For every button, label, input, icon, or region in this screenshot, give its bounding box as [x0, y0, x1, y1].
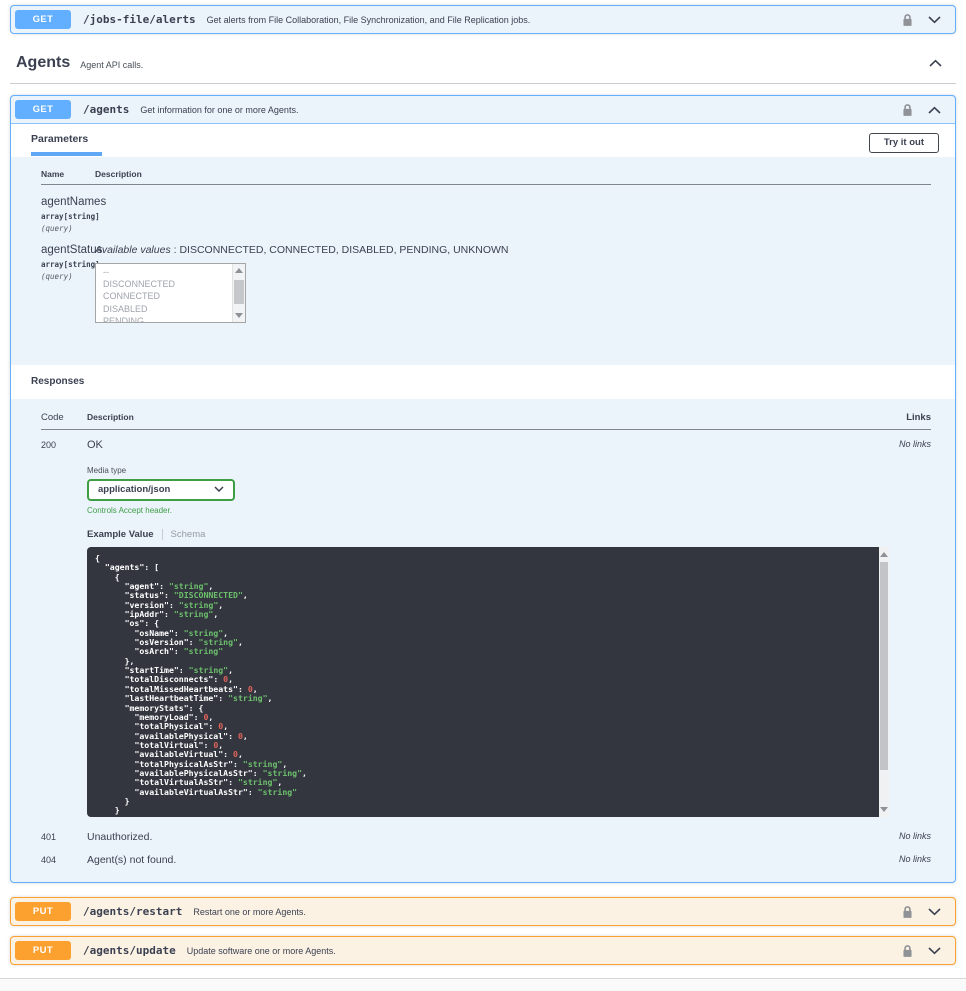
endpoint-summary-agents-update[interactable]: PUT /agents/update Update software one o… [11, 937, 955, 964]
response-row-401: 401 Unauthorized. No links [41, 831, 931, 843]
response-code: 404 [41, 854, 87, 866]
chevron-down-icon[interactable] [928, 947, 941, 955]
scrollbar-thumb[interactable] [234, 280, 244, 304]
parameter-row-agentstatus: agentStatus array[string] (query) Availa… [41, 244, 931, 323]
media-type-value: application/json [98, 484, 170, 495]
endpoint-summary-agents-restart[interactable]: PUT /agents/restart Restart one or more … [11, 898, 955, 925]
endpoint-path: /jobs-file/alerts [83, 13, 196, 26]
chevron-down-icon[interactable] [928, 16, 941, 24]
media-type-select[interactable]: application/json [87, 479, 235, 501]
parameter-type: array[string] [41, 260, 95, 269]
column-header-description: Description [95, 169, 931, 179]
section-title: Agents [16, 54, 70, 72]
response-description: OK [87, 439, 867, 451]
accept-header-note: Controls Accept header. [87, 506, 867, 515]
scroll-up-icon[interactable] [235, 268, 243, 273]
agentstatus-multiselect[interactable]: -- DISCONNECTED CONNECTED DISABLED PENDI… [95, 263, 246, 323]
section-divider [0, 978, 966, 991]
endpoint-path: /agents/update [83, 944, 176, 957]
endpoint-description: Get information for one or more Agents. [140, 105, 902, 115]
endpoint-summary-jobs-file-alerts[interactable]: GET /jobs-file/alerts Get alerts from Fi… [11, 6, 955, 33]
parameter-location: (query) [41, 272, 95, 281]
parameters-tab-row: Parameters Try it out [11, 124, 955, 157]
responses-heading: Responses [11, 365, 955, 399]
spacer [0, 926, 966, 936]
lock-icon[interactable] [902, 944, 913, 958]
parameter-location: (query) [41, 224, 95, 233]
lock-icon[interactable] [902, 905, 913, 919]
example-json-container: { "agents": [ { "agent": "string", "stat… [87, 547, 889, 817]
response-links: No links [867, 854, 931, 866]
endpoint-description: Restart one or more Agents. [193, 907, 902, 917]
opblock-put-agents-update: PUT /agents/update Update software one o… [10, 936, 956, 965]
response-code: 200 [41, 439, 87, 817]
response-description: Unauthorized. [87, 831, 867, 843]
response-code: 401 [41, 831, 87, 843]
chevron-up-icon[interactable] [929, 59, 942, 67]
tab-example-value[interactable]: Example Value [87, 529, 154, 540]
scroll-down-icon[interactable] [235, 313, 243, 318]
section-header-agents[interactable]: Agents Agent API calls. [10, 42, 956, 84]
option-empty[interactable]: -- [96, 264, 245, 278]
endpoint-path: /agents/restart [83, 905, 182, 918]
parameter-type: array[string] [41, 212, 95, 221]
try-it-out-button[interactable]: Try it out [869, 133, 939, 153]
method-badge-put: PUT [15, 941, 71, 960]
parameters-table: Name Description agentNames array[string… [11, 157, 955, 365]
endpoint-path: /agents [83, 103, 129, 116]
example-json-code: { "agents": [ { "agent": "string", "stat… [87, 547, 879, 817]
column-header-name: Name [41, 169, 95, 179]
response-row-200: 200 OK Media type application/json Contr… [41, 439, 931, 817]
tab-parameters[interactable]: Parameters [31, 133, 102, 156]
codeblock-scrollbar[interactable] [879, 547, 889, 817]
option-connected[interactable]: CONNECTED [96, 290, 245, 302]
responses-table-header: Code Description Links [41, 412, 931, 430]
scroll-down-icon[interactable] [880, 807, 888, 812]
opblock-get-jobs-file-alerts: GET /jobs-file/alerts Get alerts from Fi… [10, 5, 956, 34]
available-values-line: Available values : DISCONNECTED, CONNECT… [95, 244, 931, 256]
listbox-scrollbar[interactable] [232, 264, 245, 322]
column-header-code: Code [41, 412, 87, 423]
media-type-label: Media type [87, 466, 867, 475]
response-description: Agent(s) not found. [87, 854, 867, 866]
tab-divider [162, 529, 163, 540]
opblock-get-agents: GET /agents Get information for one or m… [10, 95, 956, 883]
option-disconnected[interactable]: DISCONNECTED [96, 278, 245, 290]
column-header-links: Links [867, 412, 931, 423]
column-header-description: Description [87, 412, 867, 423]
endpoint-description: Get alerts from File Collaboration, File… [207, 15, 902, 25]
select-chevron-icon [214, 484, 224, 495]
endpoint-description: Update software one or more Agents. [187, 946, 902, 956]
chevron-up-icon[interactable] [928, 106, 941, 114]
parameters-table-header: Name Description [41, 169, 931, 185]
response-links: No links [867, 831, 931, 843]
parameter-name: agentStatus [41, 244, 95, 256]
response-row-404: 404 Agent(s) not found. No links [41, 854, 931, 866]
available-values-label: Available values [95, 244, 171, 256]
lock-icon[interactable] [902, 13, 913, 27]
scrollbar-thumb[interactable] [880, 562, 888, 770]
method-badge-get: GET [15, 10, 71, 29]
method-badge-get: GET [15, 100, 71, 119]
parameter-row-agentnames: agentNames array[string] (query) [41, 196, 931, 233]
parameter-name: agentNames [41, 196, 95, 208]
method-badge-put: PUT [15, 902, 71, 921]
section-description: Agent API calls. [80, 60, 143, 70]
tab-schema[interactable]: Schema [171, 529, 206, 540]
responses-table: Code Description Links 200 OK Media type… [11, 399, 955, 882]
endpoint-summary-agents[interactable]: GET /agents Get information for one or m… [11, 96, 955, 124]
available-values-list: : DISCONNECTED, CONNECTED, DISABLED, PEN… [174, 244, 509, 256]
opblock-put-agents-restart: PUT /agents/restart Restart one or more … [10, 897, 956, 926]
response-links: No links [867, 439, 931, 817]
example-schema-tabs: Example Value Schema [87, 529, 867, 540]
option-pending[interactable]: PENDING [96, 315, 245, 323]
option-disabled[interactable]: DISABLED [96, 303, 245, 315]
scroll-up-icon[interactable] [880, 552, 888, 557]
chevron-down-icon[interactable] [928, 908, 941, 916]
lock-icon[interactable] [902, 103, 913, 117]
